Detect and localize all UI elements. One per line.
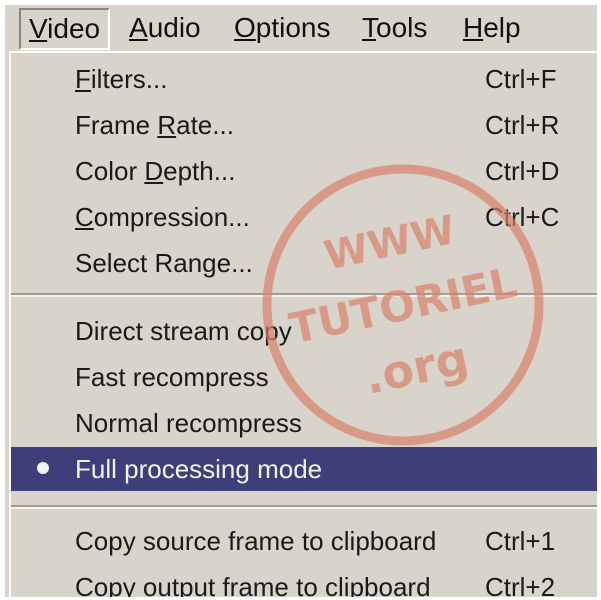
menu-item-compression[interactable]: Compression... Ctrl+C	[11, 195, 597, 239]
menu-item-color-depth[interactable]: Color Depth... Ctrl+D	[11, 149, 597, 193]
shortcut-label: Ctrl+R	[485, 110, 560, 140]
menu-options[interactable]: Options	[234, 9, 331, 47]
menu-audio[interactable]: Audio	[129, 9, 201, 47]
app-window: Video Audio Options Tools Help Filters..…	[5, 5, 597, 597]
menu-separator	[11, 505, 597, 509]
menubar: Video Audio Options Tools Help	[5, 5, 597, 51]
menu-item-copy-source-frame[interactable]: Copy source frame to clipboard Ctrl+1	[11, 519, 597, 563]
menu-item-direct-stream-copy[interactable]: Direct stream copy	[11, 309, 597, 353]
shortcut-label: Ctrl+F	[485, 64, 557, 94]
menu-item-frame-rate[interactable]: Frame Rate... Ctrl+R	[11, 103, 597, 147]
menu-separator	[11, 293, 597, 297]
shortcut-label: Ctrl+C	[485, 202, 560, 232]
menu-video[interactable]: Video	[19, 8, 111, 50]
shortcut-label: Ctrl+2	[485, 572, 556, 597]
shortcut-label: Ctrl+D	[485, 156, 560, 186]
menu-item-fast-recompress[interactable]: Fast recompress	[11, 355, 597, 399]
menu-item-filters[interactable]: Filters... Ctrl+F	[11, 57, 597, 101]
shortcut-label: Ctrl+1	[485, 526, 556, 556]
video-dropdown-menu: Filters... Ctrl+F Frame Rate... Ctrl+R C…	[9, 51, 597, 597]
menu-item-select-range[interactable]: Select Range...	[11, 241, 597, 285]
menu-item-copy-output-frame[interactable]: Copy output frame to clipboard Ctrl+2	[11, 565, 597, 597]
menu-item-normal-recompress[interactable]: Normal recompress	[11, 401, 597, 445]
radio-bullet-icon	[37, 462, 49, 474]
menu-help[interactable]: Help	[463, 9, 521, 47]
menu-item-full-processing-mode[interactable]: Full processing mode	[11, 447, 597, 491]
menu-tools[interactable]: Tools	[362, 9, 427, 47]
